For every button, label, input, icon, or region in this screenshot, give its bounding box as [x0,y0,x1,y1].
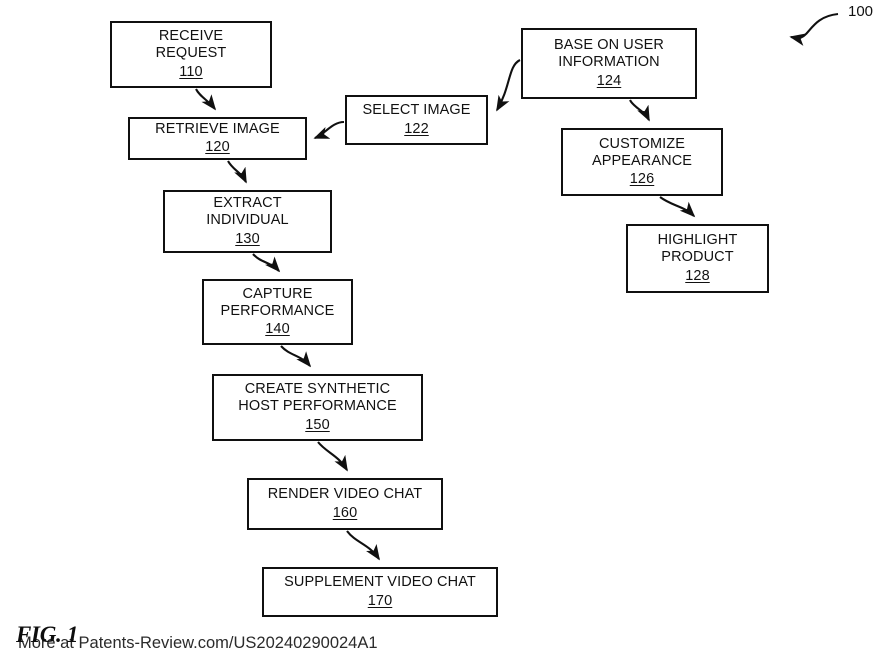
process-box-create-synthetic-host-performance: CREATE SYNTHETIC HOST PERFORMANCE 150 [212,374,423,441]
process-box-label: SUPPLEMENT VIDEO CHAT [284,574,476,591]
process-box-label: HIGHLIGHT [657,232,738,249]
process-box-label: INDIVIDUAL [206,212,289,229]
connector-base-on-user-information-to-customize-appearance [629,99,650,122]
process-box-reference-numeral: 110 [179,63,203,80]
process-box-reference-numeral: 160 [332,504,358,521]
connector-receive-request-to-retrieve-image [195,88,217,111]
process-box-label: RECEIVE [158,28,224,45]
figure-caption: FIG. 1 [16,622,79,647]
process-box-label: RETRIEVE IMAGE [155,120,280,137]
process-box-reference-numeral: 126 [629,171,655,188]
process-box-label: APPEARANCE [591,152,693,169]
process-box-label: RENDER VIDEO CHAT [267,486,423,503]
process-box-label: PRODUCT [661,249,734,266]
patent-figure-page: RECEIVE REQUEST 110 SELECT IMAGE 122 BASE ON … [0,0,880,666]
process-box-reference-numeral: 124 [596,72,622,89]
connector-capture-performance-to-create-synthetic-host-performance [280,345,312,368]
connector-customize-appearance-to-highlight-product [659,196,696,218]
process-box-label: REQUEST [155,45,227,62]
process-box-retrieve-image: RETRIEVE IMAGE 120 [128,117,307,160]
process-box-reference-numeral: 150 [305,416,330,433]
process-box-label: INFORMATION [558,54,660,71]
process-box-extract-individual: EXTRACT INDIVIDUAL 130 [163,190,332,253]
process-box-select-image: SELECT IMAGE 122 [345,95,488,145]
process-box-label: SELECT IMAGE [362,102,471,119]
connector-create-synthetic-host-performance-to-render-video-chat [317,441,348,472]
process-box-reference-numeral: 130 [235,230,260,247]
process-box-label: CUSTOMIZE [598,135,686,152]
connector-retrieve-image-to-extract-individual [227,160,247,184]
process-box-label: PERFORMANCE [220,302,335,319]
process-box-receive-request: RECEIVE REQUEST 110 [110,21,272,88]
process-box-capture-performance: CAPTURE PERFORMANCE 140 [202,279,353,345]
process-box-label: CAPTURE [242,285,313,302]
connector-render-video-chat-to-supplement-video-chat [346,530,380,561]
connector-select-image-to-retrieve-image [313,120,345,139]
process-box-label: BASE ON USER [554,37,664,54]
process-box-customize-appearance: CUSTOMIZE APPEARANCE 126 [561,128,723,196]
process-box-reference-numeral: 140 [265,321,290,338]
process-box-render-video-chat: RENDER VIDEO CHAT 160 [247,478,443,530]
process-box-label: EXTRACT [213,195,282,212]
process-box-reference-numeral: 122 [404,120,429,137]
process-box-reference-numeral: 120 [205,139,230,155]
connector-base-on-user-information-to-select-image [496,59,521,112]
process-box-label: CREATE SYNTHETIC [244,381,391,398]
reference-numeral-100: 100 [848,3,874,20]
process-box-highlight-product: HIGHLIGHT PRODUCT 128 [626,224,769,293]
process-box-reference-numeral: 128 [685,267,710,284]
process-box-base-on-user-information: BASE ON USER INFORMATION 124 [521,28,697,99]
callout-leader-100 [789,12,839,46]
process-box-supplement-video-chat: SUPPLEMENT VIDEO CHAT 170 [262,567,498,617]
process-box-label: HOST PERFORMANCE [238,398,397,415]
process-box-reference-numeral: 170 [367,592,393,609]
connector-extract-individual-to-capture-performance [252,253,281,273]
